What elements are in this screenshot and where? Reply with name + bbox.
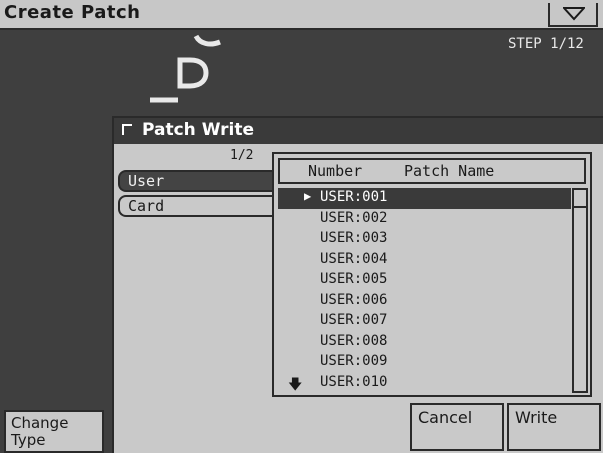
- patch-list-panel: Number Patch Name ▶ USER:001 USER:002 US…: [272, 152, 592, 397]
- scrollbar-thumb[interactable]: [574, 190, 586, 208]
- list-item[interactable]: USER:005: [278, 270, 571, 291]
- list-item[interactable]: USER:006: [278, 291, 571, 312]
- menu-dropdown-button[interactable]: [548, 3, 598, 27]
- dialog-title: Patch Write: [142, 120, 255, 140]
- list-item-label: USER:005: [320, 271, 388, 287]
- tab-card[interactable]: Card: [118, 195, 276, 217]
- page-indicator: 1/2: [230, 148, 254, 163]
- tab-card-label: Card: [128, 197, 165, 215]
- list-item[interactable]: USER:002: [278, 209, 571, 230]
- triangle-down-icon: [563, 7, 585, 21]
- list-item[interactable]: USER:004: [278, 250, 571, 271]
- list-header: Number Patch Name: [278, 158, 586, 184]
- list-item-label: USER:007: [320, 312, 388, 328]
- background-graphic: [150, 34, 240, 120]
- list-item[interactable]: USER:009: [278, 352, 571, 373]
- change-type-label: Change Type: [11, 414, 69, 449]
- list-item-label: USER:009: [320, 353, 388, 369]
- list-item-label: USER:008: [320, 332, 388, 349]
- write-button[interactable]: Write: [507, 403, 601, 451]
- list-scrollbar[interactable]: [572, 188, 588, 393]
- list-item[interactable]: USER:003: [278, 229, 571, 250]
- patch-write-dialog: Patch Write 1/2 User Card Number Patch N…: [112, 116, 603, 453]
- tab-user-label: User: [128, 172, 165, 190]
- list-item[interactable]: USER:007: [278, 311, 571, 332]
- cursor-arrow-icon: ▶: [304, 189, 312, 203]
- cancel-button[interactable]: Cancel: [410, 403, 504, 451]
- patch-list: ▶ USER:001 USER:002 USER:003 USER:004 US…: [278, 188, 571, 394]
- list-item-selected[interactable]: ▶ USER:001: [278, 188, 571, 209]
- title-bar: Create Patch: [0, 0, 603, 30]
- list-item-label: USER:002: [320, 209, 388, 226]
- list-item-label: USER:004: [320, 250, 388, 267]
- tab-user[interactable]: User: [118, 170, 276, 192]
- list-item[interactable]: USER:008: [278, 332, 571, 353]
- corner-bracket-icon: [122, 124, 132, 135]
- step-indicator: STEP 1/12: [508, 36, 584, 52]
- write-button-label: Write: [515, 408, 558, 427]
- cancel-button-label: Cancel: [418, 408, 473, 427]
- window-title: Create Patch: [4, 2, 141, 23]
- list-item-label: USER:010: [320, 373, 388, 390]
- dialog-title-bar: Patch Write: [114, 118, 603, 144]
- list-item-label: USER:003: [320, 230, 388, 246]
- down-arrow-icon: 🡇: [288, 376, 303, 393]
- list-item[interactable]: 🡇 USER:010: [278, 373, 571, 394]
- header-patch-name: Patch Name: [404, 162, 495, 180]
- header-number: Number: [308, 162, 363, 180]
- change-type-button[interactable]: Change Type: [4, 410, 104, 453]
- list-item-label: USER:001: [320, 189, 388, 205]
- list-item-label: USER:006: [320, 291, 388, 308]
